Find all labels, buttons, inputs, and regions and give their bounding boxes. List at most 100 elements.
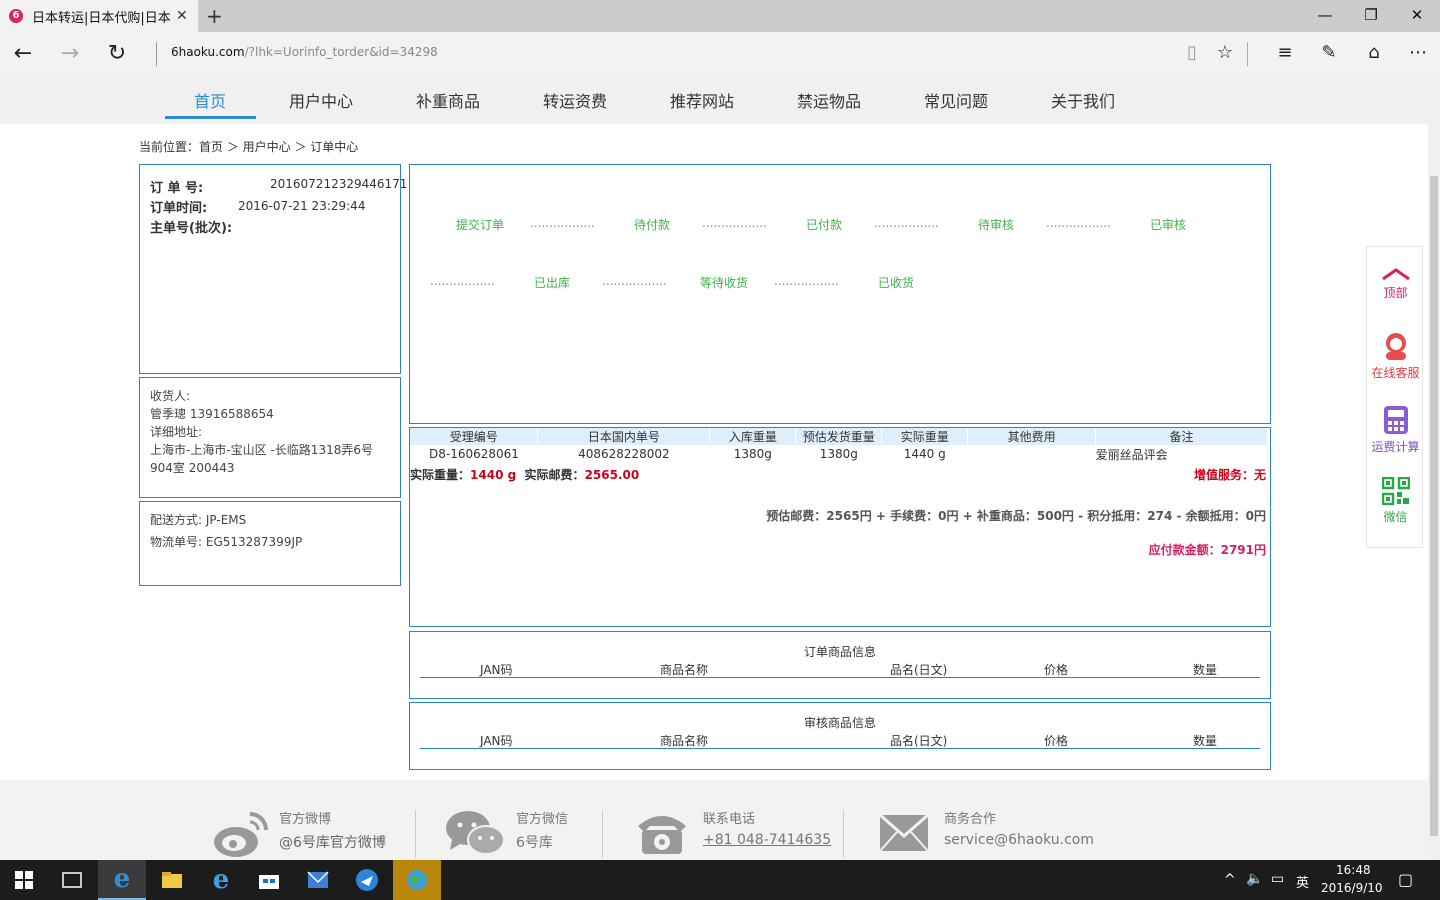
scrollbar-thumb[interactable]: [1430, 176, 1438, 836]
step-connector: .................: [702, 216, 767, 230]
restore-button[interactable]: ❐: [1361, 6, 1381, 24]
actual-postage-value: 2565.00: [584, 468, 640, 482]
footer-wechat[interactable]: 官方微信 6号库: [516, 808, 568, 852]
volume-icon[interactable]: 🔈: [1246, 871, 1263, 887]
windows-taskbar: e e ^ 🔈 ▭ 英 16:48 2016/9/10 ▢: [0, 860, 1440, 900]
order-info-box: 订 单 号: 201607212329446171 订单时间: 2016-07-…: [139, 164, 407, 374]
back-to-top-label: 顶部: [1383, 286, 1408, 300]
footer-phone[interactable]: 联系电话 +81 048-7414635: [703, 808, 831, 848]
menu-supplement-goods[interactable]: 补重商品: [416, 88, 480, 112]
refresh-button[interactable]: ↻: [104, 41, 130, 66]
ime-indicator[interactable]: 英: [1296, 872, 1309, 891]
menu-faq[interactable]: 常见问题: [924, 88, 988, 112]
site-footer: 官方微博 @6号库官方微博 官方微信 6号库 联系电话 +81 048-7414…: [0, 780, 1428, 860]
share-icon[interactable]: ⌂: [1361, 42, 1387, 63]
start-button[interactable]: [0, 860, 48, 900]
review-col-qty: 数量: [1193, 734, 1218, 748]
order-time-label: 订单时间:: [150, 201, 208, 216]
col-jp-tracking: 日本国内单号: [537, 428, 711, 445]
menu-shipping-fees[interactable]: 转运资费: [543, 88, 607, 112]
hub-icon[interactable]: ≡: [1272, 42, 1298, 63]
shipping-box: 配送方式: JP-EMS 物流单号: EG513287399JP: [139, 501, 401, 586]
close-tab-icon[interactable]: ✕: [176, 8, 188, 24]
col-actual-weight: 实际重量: [881, 428, 969, 445]
back-to-top-button[interactable]: 顶部: [1367, 267, 1424, 301]
col-other-fees: 其他费用: [967, 428, 1097, 445]
taskbar-mail[interactable]: [294, 860, 342, 900]
taskbar-explorer[interactable]: [148, 860, 196, 900]
minimize-button[interactable]: —: [1315, 6, 1335, 24]
browser-tab[interactable]: 6 日本转运|日本代购|日本 ✕: [0, 0, 198, 32]
footer-weibo[interactable]: 官方微博 @6号库官方微博: [279, 808, 386, 852]
footer-separator: [602, 810, 603, 858]
step-connector: .................: [874, 216, 939, 230]
web-note-icon[interactable]: ✎: [1316, 42, 1342, 63]
taskbar-edge[interactable]: e: [98, 860, 146, 900]
table-row: D8-160628061 408628228002 1380g 1380g 14…: [410, 445, 1268, 463]
menu-user-center[interactable]: 用户中心: [289, 88, 353, 112]
task-view-button[interactable]: [48, 860, 96, 900]
menu-recommended-sites[interactable]: 推荐网站: [670, 88, 734, 112]
col-inbound-weight: 入库重量: [709, 428, 797, 445]
url-separator: [156, 42, 157, 66]
step-connector: .................: [602, 274, 667, 288]
goods-col-jan: JAN码: [480, 663, 513, 677]
clock-date[interactable]: 2016/9/10: [1321, 881, 1383, 895]
taskbar-app[interactable]: [343, 860, 391, 900]
step-shipped-out: 已出库: [534, 276, 571, 290]
tray-chevron-up-icon[interactable]: ^: [1224, 872, 1236, 888]
wechat-button[interactable]: 微信: [1367, 476, 1424, 525]
menu-prohibited-items[interactable]: 禁运物品: [797, 88, 861, 112]
review-goods-box: 审核商品信息 JAN码 商品名称 品名(日文) 价格 数量: [409, 702, 1271, 770]
back-button[interactable]: ←: [10, 41, 36, 66]
cell-remarks: 爱丽丝品评会: [1095, 447, 1168, 462]
review-col-price: 价格: [1044, 734, 1069, 748]
order-items-table: 受理编号 日本国内单号 入库重量 预估发货重量 实际重量 其他费用 备注 D8-…: [410, 428, 1268, 463]
favorite-star-icon[interactable]: ☆: [1212, 42, 1238, 63]
business-value: service@6haoku.com: [944, 832, 1094, 848]
step-awaiting-delivery: 等待收货: [700, 276, 749, 290]
active-menu-indicator: [165, 116, 256, 119]
folder-icon: [162, 872, 182, 888]
calculator-icon: [1383, 406, 1408, 434]
order-number-label: 订 单 号:: [150, 181, 204, 196]
new-tab-button[interactable]: +: [206, 4, 223, 28]
taskbar-store[interactable]: [245, 860, 293, 900]
phone-value[interactable]: +81 048-7414635: [703, 832, 831, 848]
footer-business[interactable]: 商务合作 service@6haoku.com: [944, 808, 1094, 848]
cell-actual-weight: 1440 g: [903, 447, 946, 461]
goods-col-name: 商品名称: [660, 663, 709, 677]
taskbar-ie[interactable]: e: [197, 860, 245, 900]
toolbar-separator: [1247, 42, 1248, 66]
goods-header-divider: [420, 677, 1260, 678]
floating-side-panel: 顶部 在线客服 运费计算 微信: [1366, 246, 1423, 548]
menu-about-us[interactable]: 关于我们: [1051, 88, 1115, 112]
actual-weight-line: 实际重量：1440 g 实际邮费：2565.00: [410, 466, 639, 483]
more-icon[interactable]: ⋯: [1405, 42, 1431, 63]
site-favicon-icon: 6: [9, 9, 23, 23]
review-goods-title: 审核商品信息: [803, 716, 876, 730]
order-time: 2016-07-21 23:29:44: [238, 199, 366, 213]
wechat-icon: [446, 811, 505, 855]
review-col-jan: JAN码: [480, 734, 513, 748]
menu-home[interactable]: 首页: [194, 88, 226, 112]
action-center-icon[interactable]: ▢: [1398, 870, 1413, 889]
address-bar[interactable]: 6haoku.com/?lhk=Uorinfo_torder&id=34298: [171, 45, 438, 59]
table-header-row: 受理编号 日本国内单号 入库重量 预估发货重量 实际重量 其他费用 备注: [410, 428, 1268, 445]
url-path: /?lhk=Uorinfo_torder&id=34298: [244, 45, 438, 59]
envelope-icon: [879, 814, 929, 852]
shipping-calculator-label: 运费计算: [1371, 440, 1420, 454]
clock-time[interactable]: 16:48: [1336, 863, 1371, 877]
shipping-calculator-button[interactable]: 运费计算: [1367, 405, 1424, 455]
taskbar-globe-app[interactable]: [393, 860, 441, 900]
online-service-button[interactable]: 在线客服: [1367, 331, 1424, 381]
master-number-label: 主单号(批次):: [150, 221, 233, 236]
page-scrollbar[interactable]: [1428, 76, 1440, 860]
reading-view-icon[interactable]: ▯: [1179, 42, 1205, 63]
close-window-button[interactable]: ✕: [1407, 6, 1427, 24]
browser-tab-bar: 6 日本转运|日本代购|日本 ✕ + — ❐ ✕: [0, 0, 1440, 32]
address-line-2: 904室 200443: [150, 461, 235, 475]
forward-button[interactable]: →: [57, 41, 83, 66]
chevron-up-icon: [1381, 268, 1410, 281]
network-icon[interactable]: ▭: [1271, 871, 1284, 887]
